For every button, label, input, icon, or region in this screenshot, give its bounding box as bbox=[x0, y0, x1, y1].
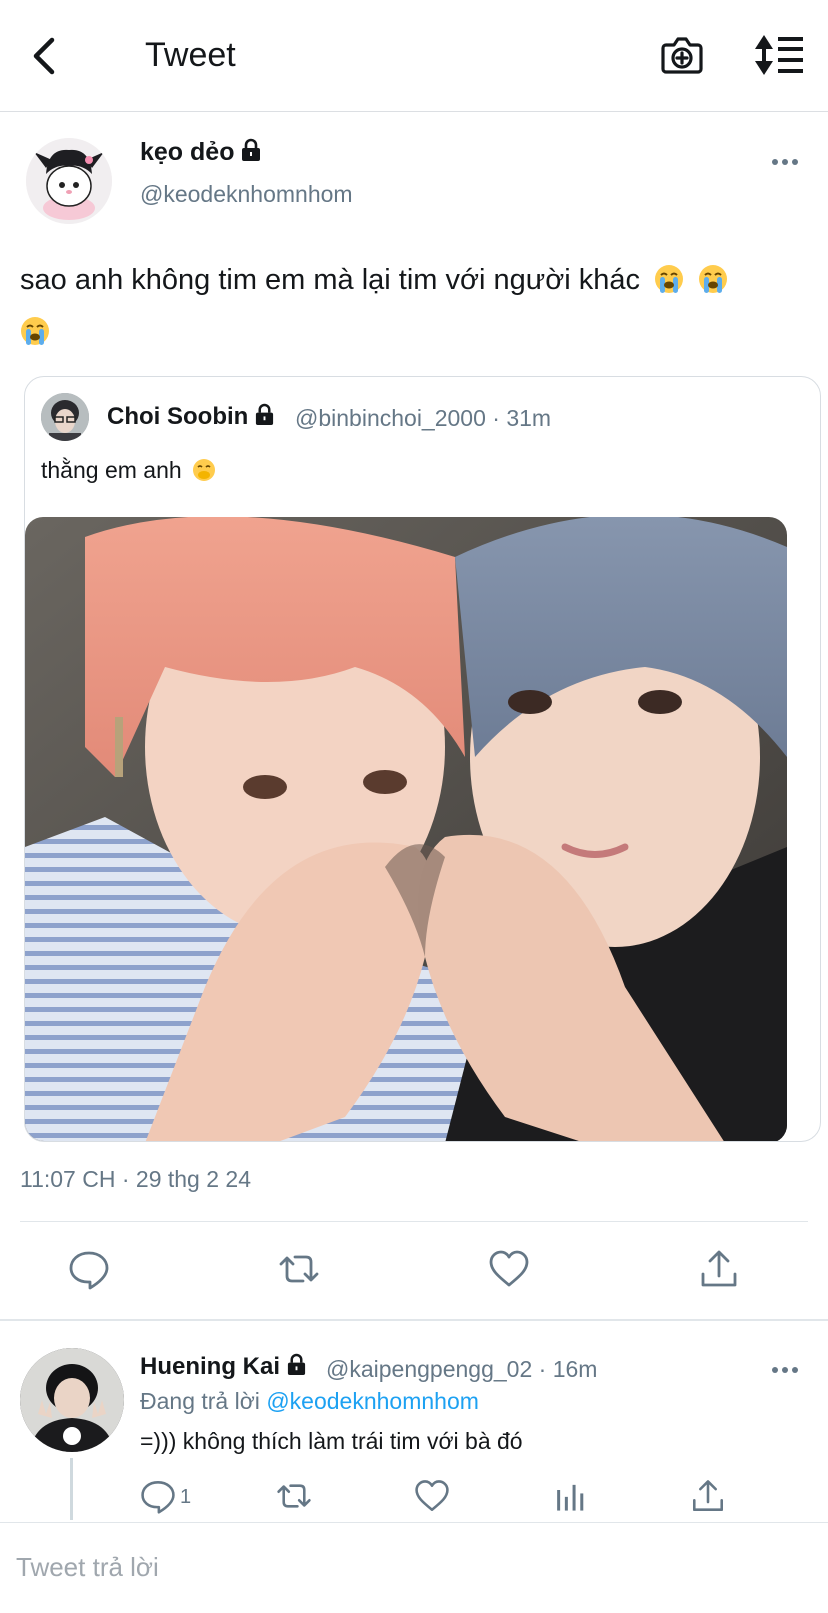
replying-to-mention[interactable]: @keodeknhomnhom bbox=[266, 1388, 479, 1414]
like-icon[interactable] bbox=[414, 1478, 450, 1514]
lock-icon bbox=[287, 1353, 306, 1375]
quoted-photo[interactable] bbox=[25, 517, 787, 1141]
quoted-text-line: thằng em anh bbox=[41, 457, 216, 484]
more-options-icon[interactable] bbox=[770, 150, 800, 174]
lock-icon bbox=[256, 403, 274, 425]
author-avatar[interactable] bbox=[26, 138, 112, 224]
crying-face-emoji-icon bbox=[21, 317, 49, 345]
tweet-timestamp: 11:07 CH · 29 thg 2 24 bbox=[20, 1166, 251, 1192]
retweet-icon[interactable] bbox=[276, 1478, 312, 1514]
quoted-handle: @binbinchoi_2000 bbox=[295, 405, 486, 431]
tweet-text: sao anh không tim em mà lại tim với ngườ… bbox=[20, 264, 640, 296]
reply-meta: @kaipengpengg_02 · 16m bbox=[326, 1356, 597, 1383]
quoted-meta: @binbinchoi_2000 · 31m bbox=[295, 405, 551, 432]
crying-face-emoji-icon bbox=[699, 265, 728, 293]
hand-over-mouth-emoji-icon bbox=[193, 459, 216, 481]
author-name-text: kẹo dẻo bbox=[140, 138, 235, 166]
analytics-icon[interactable] bbox=[552, 1478, 588, 1514]
like-icon[interactable] bbox=[488, 1248, 530, 1290]
back-chevron-icon[interactable] bbox=[28, 36, 62, 76]
reply-composer bbox=[0, 1522, 828, 1613]
meta-separator: · bbox=[538, 1356, 547, 1382]
reply-author-avatar[interactable] bbox=[20, 1348, 124, 1452]
share-icon[interactable] bbox=[690, 1478, 726, 1514]
quoted-author-avatar bbox=[41, 393, 89, 441]
quoted-author-name-text: Choi Soobin bbox=[107, 403, 249, 430]
divider bbox=[20, 1221, 808, 1222]
tweet-body: sao anh không tim em mà lại tim với ngườ… bbox=[20, 254, 820, 358]
reply-text: =))) không thích làm trái tim với bà đó bbox=[140, 1428, 523, 1454]
tweet-actions bbox=[0, 1248, 828, 1296]
page-title: Tweet bbox=[145, 36, 236, 74]
camera-plus-icon[interactable] bbox=[660, 33, 704, 77]
top-bar: Tweet bbox=[0, 0, 828, 112]
share-icon[interactable] bbox=[698, 1248, 740, 1290]
meta-separator: · bbox=[492, 405, 500, 431]
reply-count: 1 bbox=[180, 1486, 192, 1508]
divider bbox=[0, 1319, 828, 1321]
replying-to-line: Đang trả lời @keodeknhomnhom bbox=[140, 1388, 479, 1415]
reply-time: 16m bbox=[552, 1356, 598, 1382]
reply-handle: @kaipengpengg_02 bbox=[326, 1356, 533, 1382]
reply-icon[interactable] bbox=[68, 1248, 110, 1290]
reply-author-name[interactable]: Huening Kai bbox=[140, 1353, 307, 1381]
author-name[interactable]: kẹo dẻo bbox=[140, 138, 262, 167]
retweet-icon[interactable] bbox=[278, 1248, 320, 1290]
quoted-time: 31m bbox=[506, 405, 552, 431]
reply-icon[interactable] bbox=[140, 1478, 176, 1514]
crying-face-emoji-icon bbox=[655, 265, 684, 293]
sort-timeline-icon[interactable] bbox=[754, 34, 804, 76]
reply-actions: 1 bbox=[0, 1478, 828, 1518]
replying-prefix: Đang trả lời bbox=[140, 1388, 260, 1414]
author-handle[interactable]: @keodeknhomnhom bbox=[140, 181, 353, 208]
lock-icon bbox=[242, 138, 261, 161]
reply-author-name-text: Huening Kai bbox=[140, 1353, 281, 1380]
quoted-author-name: Choi Soobin bbox=[107, 403, 275, 431]
quoted-tweet-card[interactable]: Choi Soobin @binbinchoi_2000 · 31m thằng… bbox=[24, 376, 821, 1142]
reply-input[interactable] bbox=[16, 1545, 796, 1589]
quoted-text: thằng em anh bbox=[41, 457, 182, 483]
more-options-icon[interactable] bbox=[770, 1358, 800, 1382]
